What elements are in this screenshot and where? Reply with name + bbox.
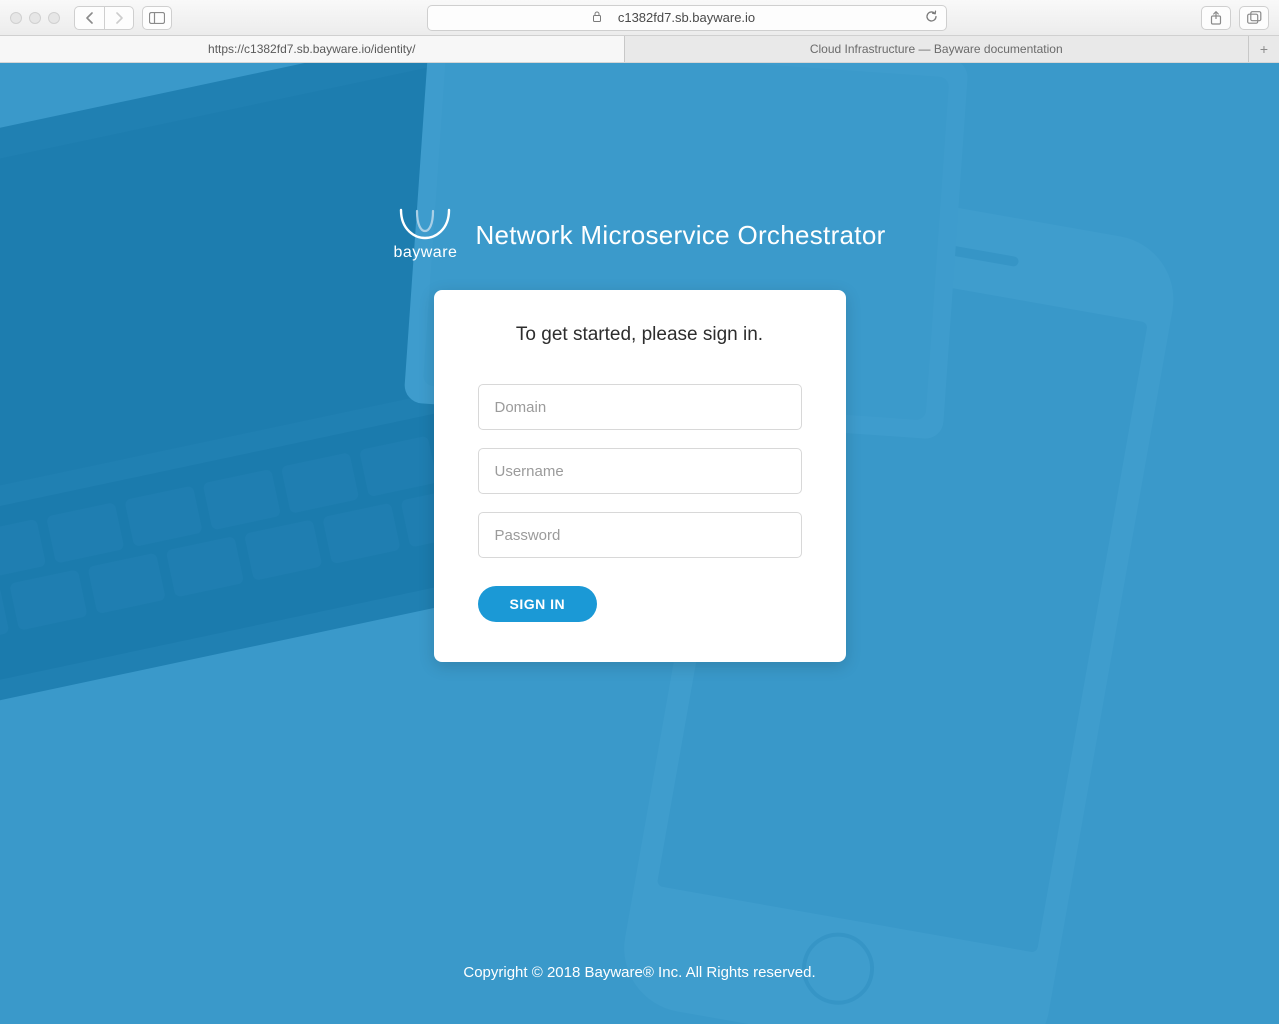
brand-row: bayware Network Microservice Orchestrato… <box>393 208 885 262</box>
share-icon <box>1210 11 1222 25</box>
address-bar[interactable]: c1382fd7.sb.bayware.io <box>427 5 947 31</box>
browser-tab-label: Cloud Infrastructure — Bayware documenta… <box>810 42 1063 56</box>
chevron-left-icon <box>85 12 95 24</box>
domain-field[interactable] <box>478 384 802 430</box>
reload-icon <box>925 10 938 23</box>
address-bar-url: c1382fd7.sb.bayware.io <box>428 10 946 25</box>
page-body: bayware Network Microservice Orchestrato… <box>0 63 1279 1024</box>
back-button[interactable] <box>74 6 104 30</box>
brand-logo-text: bayware <box>393 244 457 262</box>
window-controls <box>10 12 60 24</box>
chevron-right-icon <box>114 12 124 24</box>
browser-tab-0[interactable]: https://c1382fd7.sb.bayware.io/identity/ <box>0 36 625 62</box>
brand-logo-text-b: ware <box>421 244 458 261</box>
brand-logo-text-a: bay <box>393 244 420 261</box>
browser-tab-1[interactable]: Cloud Infrastructure — Bayware documenta… <box>625 36 1250 62</box>
footer-copyright: Copyright © 2018 Bayware® Inc. All Right… <box>0 964 1279 981</box>
sidebar-toggle-button[interactable] <box>142 6 172 30</box>
nav-back-forward <box>74 6 134 30</box>
browser-chrome: c1382fd7.sb.bayware.io https://c1382fd7.… <box>0 0 1279 63</box>
tabs-icon <box>1247 11 1262 24</box>
browser-toolbar: c1382fd7.sb.bayware.io <box>0 0 1279 36</box>
page-title: Network Microservice Orchestrator <box>475 220 885 251</box>
browser-tab-label: https://c1382fd7.sb.bayware.io/identity/ <box>208 42 415 56</box>
login-card: To get started, please sign in. SIGN IN <box>434 290 846 662</box>
sign-in-button[interactable]: SIGN IN <box>478 586 598 622</box>
plus-icon: + <box>1260 41 1268 57</box>
toolbar-right <box>1201 6 1269 30</box>
login-heading: To get started, please sign in. <box>478 324 802 346</box>
reload-button[interactable] <box>925 10 938 26</box>
share-button[interactable] <box>1201 6 1231 30</box>
new-tab-button[interactable]: + <box>1249 36 1279 62</box>
password-field[interactable] <box>478 512 802 558</box>
sidebar-icon <box>149 12 165 24</box>
bayware-logo-icon <box>397 208 453 242</box>
tabs-overview-button[interactable] <box>1239 6 1269 30</box>
lock-icon <box>592 11 602 25</box>
tab-bar: https://c1382fd7.sb.bayware.io/identity/… <box>0 36 1279 62</box>
username-field[interactable] <box>478 448 802 494</box>
forward-button[interactable] <box>104 6 134 30</box>
window-zoom-icon[interactable] <box>48 12 60 24</box>
window-close-icon[interactable] <box>10 12 22 24</box>
brand-logo: bayware <box>393 208 457 262</box>
window-minimize-icon[interactable] <box>29 12 41 24</box>
